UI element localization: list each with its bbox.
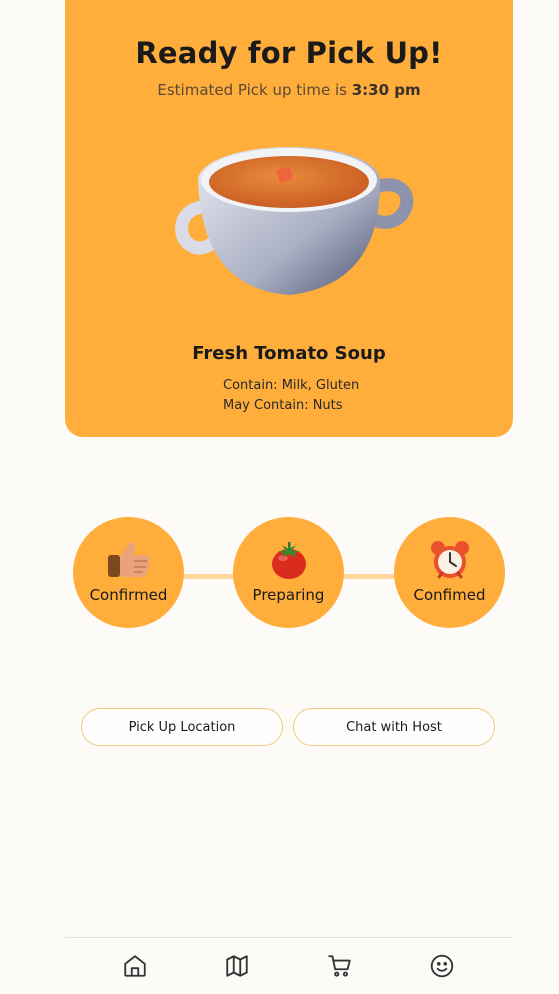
- pickup-estimate-prefix: Estimated Pick up time is: [157, 81, 352, 99]
- nav-profile[interactable]: [429, 953, 455, 979]
- alarm-clock-icon: [430, 541, 469, 579]
- nav-map[interactable]: [224, 953, 250, 979]
- nav-home[interactable]: [122, 953, 148, 979]
- pickup-estimate: Estimated Pick up time is 3:30 pm: [65, 81, 513, 99]
- cart-icon: [328, 955, 351, 977]
- page-title: Ready for Pick Up!: [135, 36, 443, 70]
- pickup-time: 3:30 pm: [351, 81, 421, 99]
- bottom-nav-divider: [65, 937, 513, 938]
- dish-name: Fresh Tomato Soup: [192, 343, 386, 364]
- tomato-icon: [271, 542, 306, 579]
- thumbs-up-icon: [107, 542, 150, 577]
- progress-step-preparing: Preparing: [233, 517, 344, 628]
- progress-step-confirmed: Confirmed: [73, 517, 184, 628]
- progress-step-label: Preparing: [252, 586, 325, 604]
- allergen-may-contain: May Contain: Nuts: [223, 398, 343, 413]
- allergen-contains: Contain: Milk, Gluten: [223, 378, 360, 393]
- tomato-soup-bowl-image: [175, 147, 414, 295]
- map-icon: [226, 955, 248, 977]
- progress-connector: [183, 574, 234, 579]
- nav-cart[interactable]: [327, 953, 353, 979]
- home-icon: [124, 955, 146, 977]
- progress-connector: [343, 574, 395, 579]
- progress-step-ready: Confimed: [394, 517, 505, 628]
- progress-step-label: Confimed: [413, 586, 486, 604]
- chat-with-host-button[interactable]: Chat with Host: [293, 708, 495, 746]
- pickup-location-button[interactable]: Pick Up Location: [81, 708, 283, 746]
- smiley-icon: [430, 954, 454, 978]
- order-hero-card: Ready for Pick Up! Estimated Pick up tim…: [65, 0, 513, 437]
- progress-step-label: Confirmed: [89, 586, 168, 604]
